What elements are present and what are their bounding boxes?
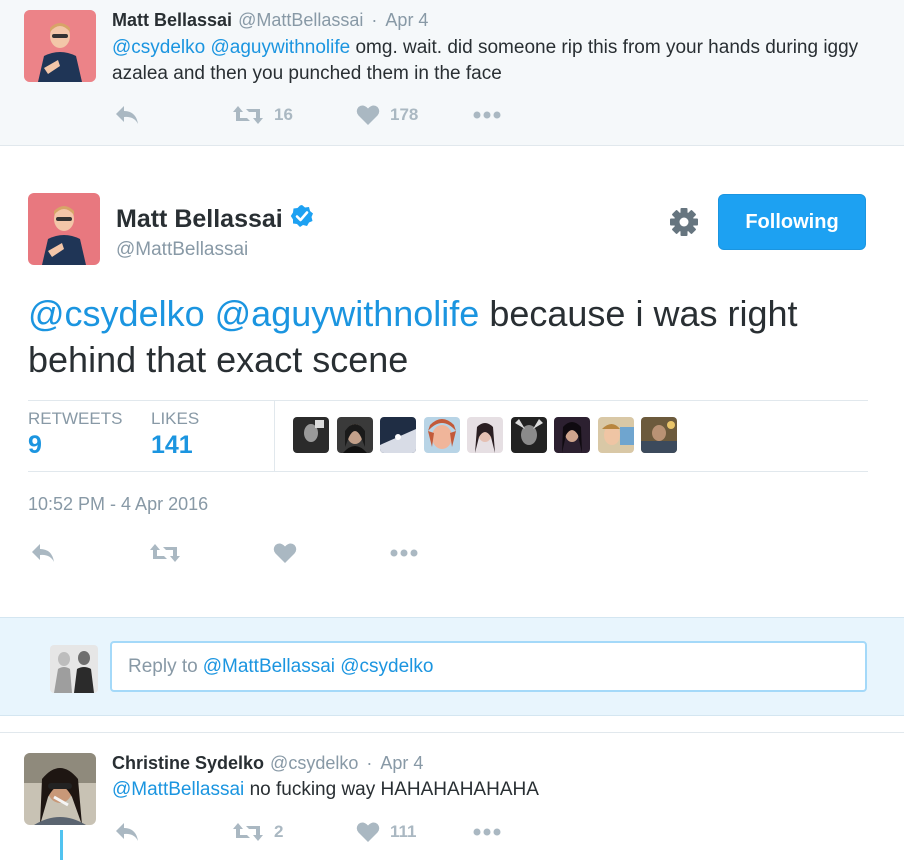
retweet-icon bbox=[233, 823, 263, 841]
meta-separator: · bbox=[366, 753, 373, 773]
retweets-stat[interactable]: RETWEETS 9 bbox=[28, 409, 122, 460]
retweet-count: 16 bbox=[274, 105, 293, 124]
tweet-text: @csydelko @aguywithnolife because i was … bbox=[28, 291, 878, 383]
tweet-body: no fucking way HAHAHAHAHAHA bbox=[249, 779, 539, 800]
reply-icon bbox=[116, 823, 138, 841]
like-button[interactable]: 178 bbox=[356, 104, 418, 126]
liker-avatar[interactable] bbox=[423, 417, 460, 453]
retweet-button[interactable] bbox=[149, 542, 181, 564]
focused-tweet: Matt Bellassai @MattBellassai Following … bbox=[0, 147, 904, 616]
more-icon bbox=[473, 111, 501, 119]
stats-divider bbox=[274, 401, 275, 471]
reply-icon bbox=[32, 544, 54, 562]
likes-value: 141 bbox=[151, 431, 193, 459]
tweet-actions bbox=[30, 542, 430, 568]
following-button[interactable]: Following bbox=[718, 194, 866, 250]
reply-tweet[interactable]: Christine Sydelko @csydelko · Apr 4 @Matt… bbox=[0, 732, 904, 860]
reply-button[interactable] bbox=[114, 821, 140, 843]
tweet-stats: RETWEETS 9 LIKES 141 bbox=[28, 400, 868, 472]
more-button[interactable] bbox=[472, 827, 502, 837]
reply-input[interactable]: Reply to @MattBellassai @csydelko bbox=[110, 641, 867, 692]
tweet-timestamp[interactable]: 10:52 PM - 4 Apr 2016 bbox=[28, 494, 208, 515]
reply-icon bbox=[116, 106, 138, 124]
retweet-icon bbox=[150, 544, 180, 562]
more-button[interactable] bbox=[472, 110, 502, 120]
avatar[interactable] bbox=[28, 193, 100, 265]
avatar[interactable] bbox=[24, 753, 96, 825]
retweet-button[interactable]: 16 bbox=[232, 104, 293, 126]
author-name[interactable]: Matt Bellassai bbox=[112, 10, 232, 30]
avatar[interactable] bbox=[24, 10, 96, 82]
mention-link[interactable]: @aguywithnolife bbox=[211, 37, 351, 58]
author-handle[interactable]: @MattBellassai bbox=[116, 239, 248, 261]
verified-icon bbox=[290, 204, 314, 235]
like-button[interactable]: 111 bbox=[356, 821, 417, 843]
gear-icon bbox=[670, 208, 698, 236]
likes-label: LIKES bbox=[151, 409, 200, 428]
liker-avatar[interactable] bbox=[510, 417, 547, 453]
retweet-button[interactable]: 2 bbox=[232, 821, 283, 843]
tweet-header: Matt Bellassai @MattBellassai · Apr 4 bbox=[112, 10, 428, 31]
like-count: 178 bbox=[390, 105, 419, 124]
reply-button[interactable] bbox=[30, 542, 56, 564]
author-handle[interactable]: @csydelko bbox=[270, 753, 358, 773]
tweet-text: @MattBellassai no fucking way HAHAHAHAHA… bbox=[112, 777, 872, 803]
mention-link[interactable]: @csydelko bbox=[28, 293, 205, 334]
liker-avatar[interactable] bbox=[380, 417, 416, 453]
retweets-value: 9 bbox=[28, 431, 42, 459]
thread-connector bbox=[60, 830, 63, 860]
retweet-count: 2 bbox=[274, 822, 284, 841]
retweet-icon bbox=[233, 106, 263, 124]
like-count: 111 bbox=[390, 822, 417, 841]
meta-separator: · bbox=[371, 10, 378, 30]
reply-mentions: @MattBellassai @csydelko bbox=[202, 655, 434, 677]
mention-link[interactable]: @MattBellassai bbox=[112, 779, 244, 800]
mention-link[interactable]: @aguywithnolife bbox=[215, 293, 480, 334]
tweet-text: @csydelko @aguywithnolife omg. wait. did… bbox=[112, 35, 872, 87]
heart-icon bbox=[356, 822, 380, 842]
author-name-text[interactable]: Matt Bellassai bbox=[116, 205, 283, 234]
liker-avatar[interactable] bbox=[467, 417, 503, 453]
liker-avatar[interactable] bbox=[597, 417, 634, 453]
more-button[interactable] bbox=[389, 548, 419, 558]
liker-avatar[interactable] bbox=[293, 417, 329, 453]
liker-avatar[interactable] bbox=[336, 417, 373, 453]
reply-prefix: Reply to bbox=[128, 655, 198, 677]
heart-icon bbox=[356, 105, 380, 125]
likes-stat[interactable]: LIKES 141 bbox=[151, 409, 199, 460]
tweet-actions: 2 111 bbox=[112, 821, 532, 847]
liker-avatar[interactable] bbox=[641, 417, 677, 453]
heart-icon bbox=[273, 543, 297, 563]
settings-button[interactable] bbox=[668, 206, 700, 243]
tweet-date[interactable]: Apr 4 bbox=[380, 753, 423, 773]
liker-avatars bbox=[293, 417, 685, 453]
tweet-actions: 16 178 bbox=[112, 104, 532, 130]
retweets-label: RETWEETS bbox=[28, 409, 123, 428]
author-name[interactable]: Christine Sydelko bbox=[112, 753, 264, 773]
like-button[interactable] bbox=[273, 542, 297, 564]
more-icon bbox=[390, 549, 418, 557]
parent-tweet[interactable]: Matt Bellassai @MattBellassai · Apr 4 @cs… bbox=[0, 0, 904, 146]
current-user-avatar[interactable] bbox=[50, 645, 98, 693]
tweet-date[interactable]: Apr 4 bbox=[385, 10, 428, 30]
author-name[interactable]: Matt Bellassai bbox=[116, 204, 314, 235]
liker-avatar[interactable] bbox=[554, 417, 590, 453]
reply-composer: Reply to @MattBellassai @csydelko bbox=[0, 617, 904, 716]
author-handle[interactable]: @MattBellassai bbox=[238, 10, 363, 30]
more-icon bbox=[473, 828, 501, 836]
mention-link[interactable]: @csydelko bbox=[112, 37, 205, 58]
reply-button[interactable] bbox=[114, 104, 140, 126]
tweet-header: Christine Sydelko @csydelko · Apr 4 bbox=[112, 753, 423, 774]
